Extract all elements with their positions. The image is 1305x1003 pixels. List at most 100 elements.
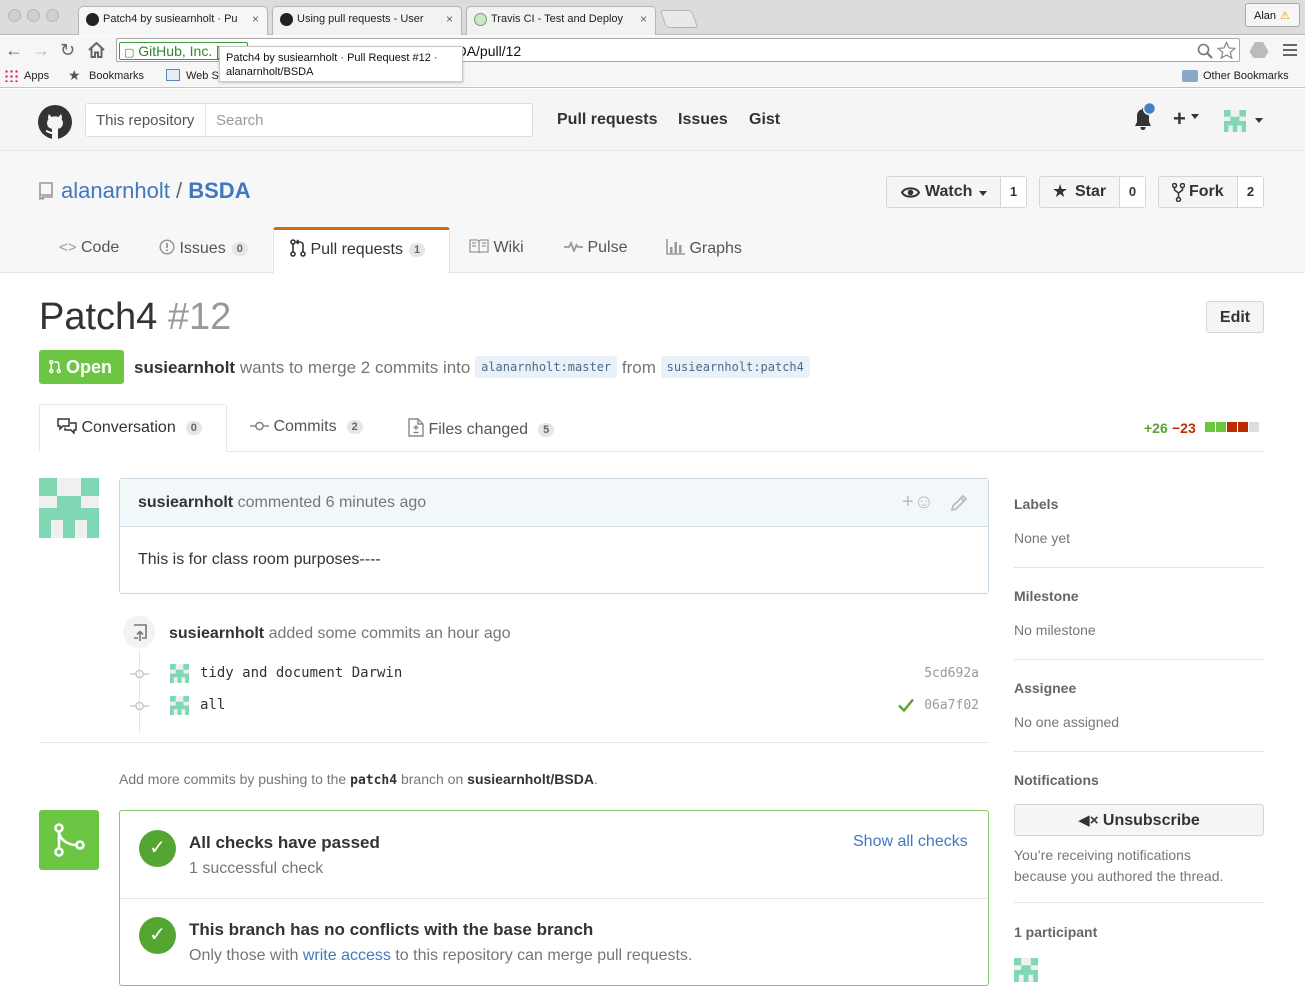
bookmark-bookmarks[interactable]: Bookmarks: [89, 70, 144, 82]
eye-icon: [901, 187, 920, 198]
edit-title-button[interactable]: Edit: [1206, 301, 1264, 333]
unsubscribe-button[interactable]: ◀× Unsubscribe: [1014, 804, 1264, 836]
git-commit-icon: [130, 669, 149, 679]
window-minimize-icon[interactable]: [27, 9, 40, 22]
commit-author-avatar[interactable]: [170, 696, 189, 715]
nav-pull-requests[interactable]: Pull requests: [557, 111, 657, 129]
pr-number: #12: [167, 296, 232, 338]
browser-tab-title: Patch4 by susiearnholt · Pu: [103, 13, 238, 25]
nav-issues[interactable]: Issues: [678, 111, 728, 129]
commit-message-link[interactable]: all: [200, 697, 225, 713]
repo-push-icon: [134, 624, 147, 641]
browser-profile-button[interactable]: Alan ⚠: [1245, 3, 1300, 27]
zoom-icon[interactable]: [1197, 43, 1213, 59]
nav-gist[interactable]: Gist: [749, 111, 780, 129]
warning-icon: ⚠: [1280, 10, 1290, 22]
tab-code[interactable]: <> Code: [59, 239, 119, 257]
star-icon: ★: [68, 67, 81, 83]
watch-button[interactable]: Watch 1: [886, 176, 1027, 208]
tab-conversation[interactable]: Conversation 0: [57, 418, 202, 437]
menu-icon[interactable]: [1283, 43, 1297, 57]
sidebar-assignee-value: No one assigned: [1014, 714, 1120, 730]
comment-author-avatar[interactable]: [39, 478, 99, 538]
diff-stat-block: [1238, 422, 1248, 432]
window-zoom-icon[interactable]: [46, 9, 59, 22]
write-access-link[interactable]: write access: [303, 947, 391, 964]
browser-tab-travis[interactable]: Travis CI - Test and Deploy ×: [466, 6, 656, 35]
tab-close-icon[interactable]: ×: [252, 12, 259, 26]
participant-avatar[interactable]: [1014, 958, 1038, 982]
star-count[interactable]: 0: [1119, 177, 1145, 207]
bookmark-web[interactable]: Web S: [186, 70, 219, 82]
repo-name-link[interactable]: BSDA: [188, 178, 250, 203]
tab-close-icon[interactable]: ×: [446, 12, 453, 26]
star-button[interactable]: ★ Star 0: [1039, 176, 1146, 208]
site-search[interactable]: This repository Search: [85, 103, 533, 137]
pr-meta: susiearnholt wants to merge 2 commits in…: [134, 356, 810, 378]
show-all-checks-link[interactable]: Show all checks: [853, 833, 968, 851]
tab-pulse[interactable]: Pulse: [564, 239, 627, 257]
drive-extension-icon[interactable]: [1249, 41, 1269, 59]
commit-author-avatar[interactable]: [170, 664, 189, 683]
checks-subtitle: 1 successful check: [189, 860, 324, 877]
browser-toolbar: ← → ↻ ▢ GitHub, Inc. [US]https://github.…: [0, 36, 1305, 66]
notifications-bell-icon[interactable]: [1131, 102, 1159, 132]
tab-graphs[interactable]: Graphs: [666, 239, 742, 258]
pr-author-link[interactable]: susiearnholt: [134, 358, 235, 377]
bookmark-apps[interactable]: Apps: [24, 70, 49, 82]
comment-author-link[interactable]: susiearnholt: [138, 494, 233, 511]
sidebar-divider: [1014, 659, 1264, 660]
sidebar-divider: [1014, 567, 1264, 568]
push-hint-text: Add more commits by pushing to the: [119, 771, 347, 787]
pr-from-text: from: [621, 358, 656, 377]
sidebar-labels-title[interactable]: Labels: [1014, 496, 1058, 512]
bookmark-star-icon[interactable]: [1217, 41, 1236, 60]
commit-message-link[interactable]: tidy and document Darwin: [200, 665, 402, 681]
tab-close-icon[interactable]: ×: [640, 12, 647, 26]
head-branch: susiearnholt:patch4: [660, 356, 810, 378]
star-label: Star: [1075, 183, 1107, 200]
push-hint-branch: patch4: [350, 773, 398, 788]
user-avatar[interactable]: [1224, 110, 1246, 132]
home-icon[interactable]: [88, 42, 105, 58]
pencil-icon[interactable]: [950, 494, 968, 512]
forward-arrow-icon[interactable]: →: [32, 40, 50, 60]
check-icon[interactable]: [898, 698, 914, 712]
back-arrow-icon[interactable]: ←: [5, 40, 23, 60]
add-reaction-icon[interactable]: +☺: [902, 491, 934, 514]
reload-icon[interactable]: ↻: [60, 40, 75, 60]
tab-wiki[interactable]: Wiki: [469, 239, 524, 257]
github-logo-icon[interactable]: [37, 104, 73, 140]
tooltip-line: alanarnholt/BSDA: [226, 66, 314, 78]
folder-icon: [1182, 70, 1198, 82]
repo-owner-link[interactable]: alanarnholt: [61, 178, 170, 203]
watch-count[interactable]: 1: [1000, 177, 1026, 207]
fork-count[interactable]: 2: [1237, 177, 1263, 207]
commits-author-link[interactable]: susiearnholt: [169, 625, 264, 642]
diff-stat-block: [1205, 422, 1215, 432]
conflict-title: This branch has no conflicts with the ba…: [189, 920, 594, 939]
search-input[interactable]: Search: [216, 112, 264, 129]
commit-row: tidy and document Darwin 5cd692a: [130, 664, 979, 684]
tab-files-changed[interactable]: Files changed 5: [408, 418, 555, 439]
search-scope-label[interactable]: This repository: [86, 104, 206, 136]
diff-deletions: −23: [1172, 420, 1196, 436]
sidebar-assignee-title[interactable]: Assignee: [1014, 680, 1076, 696]
tab-commits[interactable]: Commits 2: [250, 418, 363, 436]
browser-tab-title: Using pull requests - User: [297, 13, 424, 25]
fork-button[interactable]: Fork 2: [1158, 176, 1264, 208]
commit-sha-link[interactable]: 06a7f02: [924, 698, 979, 713]
pr-title-text: Patch4: [39, 296, 158, 338]
tab-issues[interactable]: Issues 0: [159, 239, 248, 258]
browser-tab-docs[interactable]: Using pull requests - User ×: [272, 6, 462, 35]
check-circle-icon: ✓: [139, 830, 176, 867]
bookmark-other[interactable]: Other Bookmarks: [1203, 70, 1289, 82]
sidebar-milestone-title[interactable]: Milestone: [1014, 588, 1079, 604]
create-new-plus-icon[interactable]: +: [1173, 106, 1186, 132]
window-close-icon[interactable]: [8, 9, 21, 22]
tab-pull-requests-count: 1: [408, 243, 426, 257]
commit-sha-link[interactable]: 5cd692a: [924, 666, 979, 681]
new-tab-button[interactable]: [659, 10, 699, 28]
tab-pull-requests[interactable]: Pull requests 1: [290, 239, 426, 259]
browser-tab-pr[interactable]: Patch4 by susiearnholt · Pu ×: [78, 6, 268, 35]
